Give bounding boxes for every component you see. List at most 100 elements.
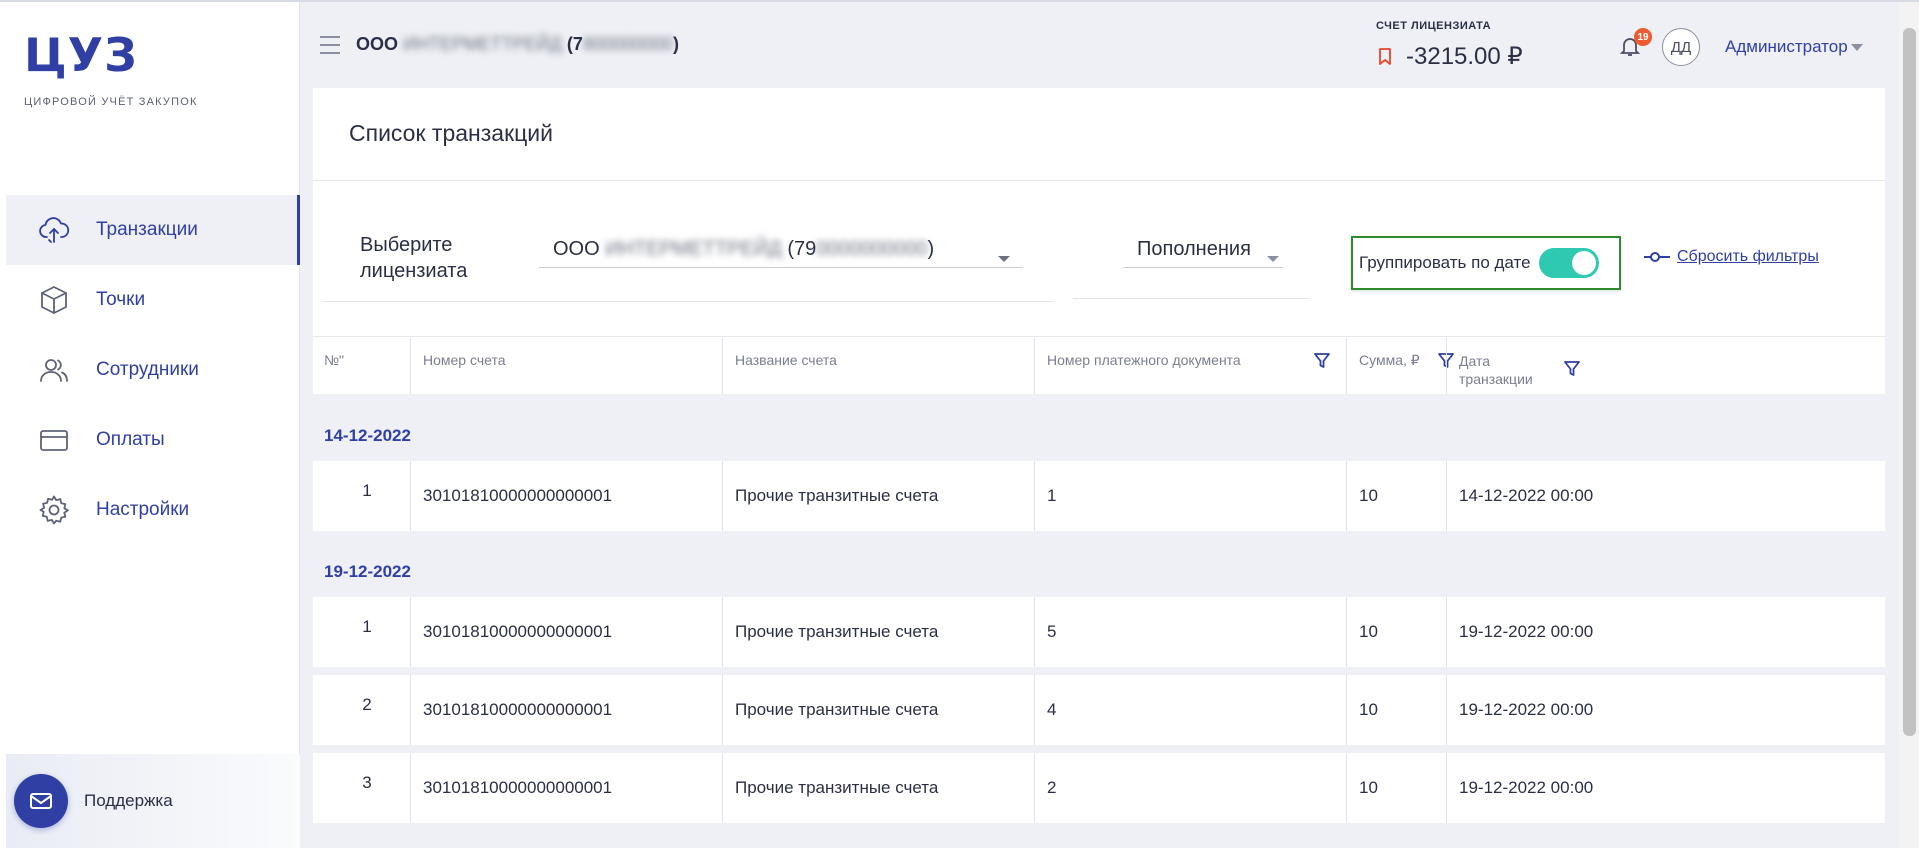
cell-payment-doc: 5 (1034, 597, 1346, 667)
sidebar-item-transactions[interactable]: Транзакции (6, 195, 300, 265)
avatar[interactable]: ДД (1662, 28, 1700, 66)
cell-account-name: Прочие транзитные счета (722, 461, 1034, 531)
app-logo[interactable]: ЦУЗ (24, 28, 138, 82)
user-menu[interactable]: Администратор (1725, 37, 1848, 57)
cell-account-name: Прочие транзитные счета (722, 597, 1034, 667)
toggle-knob (1571, 251, 1596, 275)
divider (313, 180, 1885, 181)
column-header-sum[interactable]: Сумма, ₽ (1346, 338, 1446, 394)
chevron-down-icon[interactable] (998, 256, 1010, 262)
column-header-number[interactable]: №" (324, 338, 410, 394)
cell-account-number: 30101810000000000001 (410, 461, 722, 531)
account-balance: -3215.00 ₽ (1406, 43, 1523, 70)
cell-date: 19-12-2022 00:00 (1446, 597, 1606, 667)
sidebar-item-label: Транзакции (96, 219, 198, 240)
reset-filter-icon (1644, 252, 1670, 262)
cloud-upload-icon (36, 212, 72, 248)
licensee-name-redacted: ИНТЕРМЕТТРЕЙД (605, 238, 782, 260)
chevron-down-icon[interactable] (1851, 44, 1863, 51)
notification-badge: 19 (1634, 28, 1652, 46)
cell-number: 1 (362, 481, 372, 500)
table-header: №" Номер счета Название счета Номер плат… (313, 338, 1885, 394)
top-header: ООО ИНТЕРМЕТТРЕЙД (7800000000) СЧЕТ ЛИЦЕ… (300, 2, 1899, 88)
org-prefix: ООО (356, 34, 399, 54)
licensee-inn-redacted: 0000000000 (816, 238, 928, 260)
cell-date: 14-12-2022 00:00 (1446, 461, 1606, 531)
sidebar-item-label: Сотрудники (96, 359, 199, 380)
organization-name: ООО ИНТЕРМЕТТРЕЙД (7800000000) (356, 34, 679, 55)
sidebar-nav: Транзакции Точки Сотрудники Оплаты Настр… (6, 195, 300, 545)
column-header-payment-doc[interactable]: Номер платежного документа (1034, 338, 1346, 394)
divider (1073, 298, 1309, 299)
cell-account-number: 30101810000000000001 (410, 597, 722, 667)
reset-filters-link[interactable]: Сбросить фильтры (1643, 248, 1819, 266)
table-row[interactable]: 2 30101810000000000001 Прочие транзитные… (313, 675, 1885, 745)
bookmark-icon (1379, 48, 1391, 65)
sidebar-item-points[interactable]: Точки (6, 265, 300, 335)
cell-account-number: 30101810000000000001 (410, 675, 722, 745)
group-date-header: 14-12-2022 (324, 426, 411, 445)
group-by-date-toggle[interactable] (1538, 248, 1599, 278)
cell-payment-doc: 2 (1034, 753, 1346, 823)
sidebar-item-label: Точки (96, 289, 146, 310)
filter-icon[interactable] (1563, 360, 1581, 378)
table-row[interactable]: 1 30101810000000000001 Прочие транзитные… (313, 597, 1885, 667)
table-body: 14-12-2022 1 30101810000000000001 Прочие… (313, 394, 1885, 848)
cell-sum: 10 (1346, 675, 1446, 745)
filter-icon[interactable] (1313, 352, 1331, 370)
users-icon (36, 352, 72, 388)
column-header-account-name[interactable]: Название счета (722, 338, 1034, 394)
org-inn-redacted: 800000000 (582, 34, 674, 54)
table-row[interactable]: 1 30101810000000000001 Прочие транзитные… (313, 461, 1885, 531)
app-logo-subtitle: ЦИФРОВОЙ УЧЁТ ЗАКУПОК (24, 96, 198, 108)
org-name-redacted: ИНТЕРМЕТТРЕЙД (403, 34, 562, 54)
sidebar-item-label: Настройки (96, 499, 190, 520)
column-header-date[interactable]: Дата транзакции (1446, 338, 1556, 394)
cell-sum: 10 (1346, 597, 1446, 667)
column-header-account-number[interactable]: Номер счета (410, 338, 722, 394)
cell-account-number: 30101810000000000001 (410, 753, 722, 823)
group-by-date-control: Группировать по дате (1351, 236, 1621, 290)
reset-filters-label: Сбросить фильтры (1677, 248, 1819, 265)
group-by-date-label: Группировать по дате (1359, 253, 1531, 272)
table-row[interactable]: 3 30101810000000000001 Прочие транзитные… (313, 753, 1885, 823)
cell-sum: 10 (1346, 753, 1446, 823)
licensee-select[interactable]: ООО ИНТЕРМЕТТРЕЙД (790000000000) (539, 234, 1023, 268)
org-inn-prefix: (7 (566, 34, 583, 54)
cell-number: 1 (362, 617, 372, 636)
transactions-card: Список транзакций Выберите лицензиата ОО… (313, 88, 1885, 848)
cell-payment-doc: 1 (1034, 461, 1346, 531)
page-title: Список транзакций (349, 120, 554, 146)
org-inn-suffix: ) (673, 34, 680, 54)
cube-icon (36, 282, 72, 318)
support-button[interactable] (14, 774, 68, 828)
transaction-type-select[interactable]: Пополнения (1123, 234, 1283, 268)
cell-account-name: Прочие транзитные счета (722, 675, 1034, 745)
gear-icon (36, 492, 72, 528)
cell-sum: 10 (1346, 461, 1446, 531)
cell-account-name: Прочие транзитные счета (722, 753, 1034, 823)
support-label[interactable]: Поддержка (84, 791, 173, 811)
chevron-down-icon[interactable] (1267, 256, 1279, 262)
group-date-header: 19-12-2022 (324, 562, 411, 581)
cell-date: 19-12-2022 00:00 (1446, 675, 1606, 745)
cell-date: 19-12-2022 00:00 (1446, 753, 1606, 823)
card-icon (36, 422, 72, 458)
menu-icon[interactable] (320, 36, 340, 54)
support-panel: Поддержка (6, 754, 300, 848)
sidebar-item-payments[interactable]: Оплаты (6, 405, 300, 475)
licensee-inn-suffix: ) (927, 238, 935, 260)
cell-payment-doc: 4 (1034, 675, 1346, 745)
account-label: СЧЕТ ЛИЦЕНЗИАТА (1376, 20, 1492, 32)
licensee-prefix: ООО (553, 238, 600, 260)
sidebar: ЦУЗ ЦИФРОВОЙ УЧЁТ ЗАКУПОК Транзакции Точ… (0, 2, 300, 848)
sidebar-item-employees[interactable]: Сотрудники (6, 335, 300, 405)
sidebar-item-label: Оплаты (96, 429, 165, 450)
cell-number: 3 (362, 773, 372, 792)
scrollbar-thumb[interactable] (1903, 28, 1916, 736)
sidebar-item-settings[interactable]: Настройки (6, 475, 300, 545)
cell-number: 2 (362, 695, 372, 714)
divider (323, 301, 1053, 302)
licensee-inn-prefix: (79 (787, 238, 817, 260)
licensee-filter-label: Выберите лицензиата (360, 234, 468, 282)
